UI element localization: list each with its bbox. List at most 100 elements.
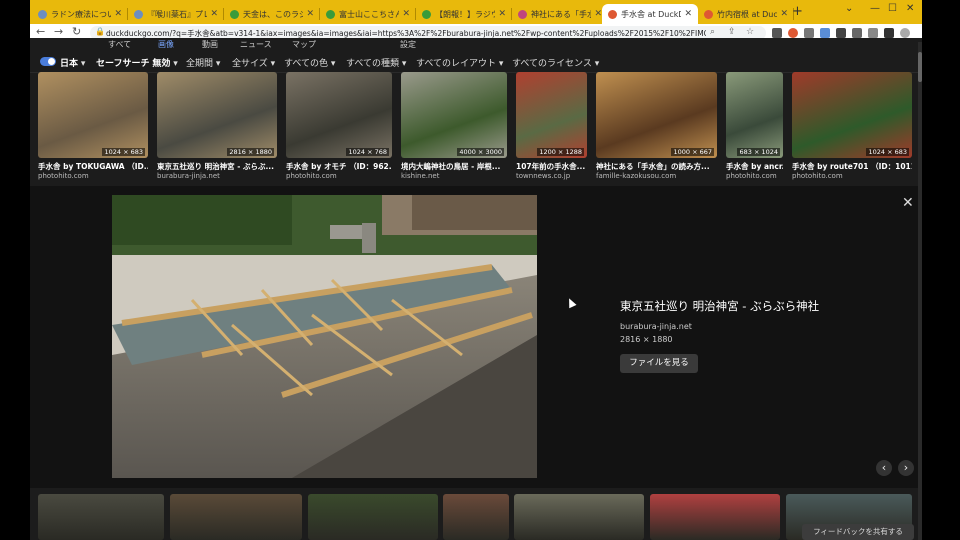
browser-tab[interactable]: 天金は、このラジウム石✕	[224, 4, 320, 24]
tab-title: 竹内宿根 at DuckDuck	[717, 9, 778, 19]
search-vertical-tabs: すべて 画像 動画 ニュース マップ 設定	[30, 38, 922, 50]
image-result-thumbnail[interactable]	[170, 494, 302, 540]
chevron-down-icon[interactable]: ⌄	[845, 3, 853, 14]
detail-title[interactable]: 東京五社巡り 明治神宮 - ぶらぶら神社	[620, 298, 819, 314]
maximize-button[interactable]: ☐	[888, 3, 897, 14]
star-icon[interactable]: ☆	[746, 27, 754, 37]
page-scrollbar[interactable]	[918, 42, 922, 540]
layout-filter[interactable]: すべてのレイアウト ▾	[416, 56, 503, 69]
license-filter[interactable]: すべてのライセンス ▾	[512, 56, 599, 69]
extension-icon[interactable]	[772, 28, 782, 38]
reload-button[interactable]: ↻	[72, 25, 81, 38]
tab-title: 天金は、このラジウム石	[243, 9, 304, 19]
result-domain: photohito.com	[792, 172, 843, 180]
view-file-button[interactable]: ファイルを見る	[620, 354, 698, 373]
time-filter[interactable]: 全期間 ▾	[186, 56, 220, 69]
close-tab-icon[interactable]: ✕	[114, 9, 122, 19]
back-button[interactable]: ←	[36, 25, 45, 38]
result-title[interactable]: 東京五社巡り 明治神宮 - ぶらぶ...	[157, 161, 277, 172]
image-result-thumbnail[interactable]	[443, 494, 509, 540]
extension-icon[interactable]	[820, 28, 830, 38]
detail-domain[interactable]: burabura-jinja.net	[620, 322, 692, 331]
tab-search-icon[interactable]	[868, 28, 878, 38]
browser-tab[interactable]: 手水舎 at DuckDuckGo✕	[602, 4, 698, 24]
result-thumbnail[interactable]	[726, 72, 783, 158]
result-thumbnail[interactable]	[157, 72, 277, 158]
close-tab-icon[interactable]: ✕	[684, 9, 692, 19]
result-thumbnail[interactable]	[792, 72, 912, 158]
tab-title: ラドン療法について - 箱	[51, 9, 112, 19]
image-result-thumbnail[interactable]	[514, 494, 644, 540]
share-icon[interactable]: ⇪	[728, 27, 736, 37]
type-filter[interactable]: すべての種類 ▾	[346, 56, 406, 69]
browser-tab[interactable]: 【朗報！】ラジウム鉱石✕	[416, 4, 512, 24]
close-tab-icon[interactable]: ✕	[780, 9, 788, 19]
tab-title: 神社にある「手水舎」の	[531, 9, 592, 19]
image-result[interactable]: 1200 × 1288 107年前の手水舎... townnews.co.jp	[516, 72, 587, 184]
close-tab-icon[interactable]: ✕	[306, 9, 314, 19]
result-dimensions: 1024 × 683	[102, 148, 145, 156]
previous-image-button[interactable]: ‹	[876, 460, 892, 476]
result-thumbnail[interactable]	[516, 72, 587, 158]
avatar[interactable]	[900, 28, 910, 38]
new-tab-button[interactable]: +	[792, 4, 803, 19]
image-result[interactable]: 4000 × 3000 境内大嶋神社の鳥居 - 岸根... kishine.net	[401, 72, 507, 184]
browser-tab[interactable]: 富士山ここちさんの日記✕	[320, 4, 416, 24]
result-title[interactable]: 手水舎 by route701 （ID：10117...	[792, 161, 912, 172]
safesearch-filter[interactable]: セーフサーチ 無効 ▾	[96, 56, 178, 69]
result-thumbnail[interactable]	[401, 72, 507, 158]
region-toggle[interactable]	[40, 57, 56, 66]
size-filter[interactable]: 全サイズ ▾	[232, 56, 275, 69]
sidebar-icon[interactable]	[884, 28, 894, 38]
image-filter-bar: 日本 ▾ セーフサーチ 無効 ▾ 全期間 ▾ 全サイズ ▾ すべての色 ▾ すべ…	[30, 50, 922, 73]
image-result[interactable]: 1000 × 667 神社にある「手水舎」の読み方... famille-kazok…	[596, 72, 717, 184]
tab-settings[interactable]: 設定	[400, 39, 416, 50]
result-title[interactable]: 境内大嶋神社の鳥居 - 岸根...	[401, 161, 507, 172]
result-title[interactable]: 神社にある「手水舎」の読み方...	[596, 161, 717, 172]
feedback-button[interactable]: フィードバックを共有する	[802, 524, 914, 540]
tab-maps[interactable]: マップ	[292, 39, 316, 50]
result-title[interactable]: 手水舎 by TOKUGAWA （ID...	[38, 161, 148, 172]
image-result[interactable]: 1024 × 768 手水舎 by オモチ （ID：962... photohito…	[286, 72, 392, 184]
image-result[interactable]: 1024 × 683 手水舎 by TOKUGAWA （ID... photohit…	[38, 72, 148, 184]
close-tab-icon[interactable]: ✕	[594, 9, 602, 19]
puzzle-icon[interactable]	[836, 28, 846, 38]
next-image-button[interactable]: ›	[898, 460, 914, 476]
color-filter[interactable]: すべての色 ▾	[284, 56, 335, 69]
download-icon[interactable]	[852, 28, 862, 38]
browser-tab[interactable]: 神社にある「手水舎」の✕	[512, 4, 608, 24]
result-title[interactable]: 手水舎 by オモチ （ID：962...	[286, 161, 392, 172]
close-tab-icon[interactable]: ✕	[210, 9, 218, 19]
result-thumbnail[interactable]	[596, 72, 717, 158]
favicon-icon	[134, 9, 143, 19]
result-thumbnail[interactable]	[38, 72, 148, 158]
result-dimensions: 2816 × 1880	[227, 148, 274, 156]
selected-image[interactable]	[112, 195, 537, 478]
close-icon[interactable]: ✕	[902, 195, 914, 211]
extension-icon[interactable]	[804, 28, 814, 38]
tab-news[interactable]: ニュース	[240, 39, 272, 50]
region-filter[interactable]: 日本 ▾	[60, 56, 85, 69]
result-title[interactable]: 107年前の手水舎...	[516, 161, 587, 172]
image-result[interactable]: 683 × 1024 手水舎 by ancr...photohito.com	[726, 72, 783, 184]
image-result[interactable]: 2816 × 1880 東京五社巡り 明治神宮 - ぶらぶ... burabura-…	[157, 72, 277, 184]
duckduckgo-extension-icon[interactable]	[788, 28, 798, 38]
image-result[interactable]: 1024 × 683 手水舎 by route701 （ID：10117...ph…	[792, 72, 912, 184]
image-result-thumbnail[interactable]	[308, 494, 438, 540]
close-tab-icon[interactable]: ✕	[402, 9, 410, 19]
browser-tab[interactable]: 竹内宿根 at DuckDuck✕	[698, 4, 794, 24]
close-window-button[interactable]: ✕	[906, 3, 914, 14]
image-result-thumbnail[interactable]	[650, 494, 780, 540]
result-title[interactable]: 手水舎 by ancr...	[726, 161, 783, 172]
result-thumbnail[interactable]	[286, 72, 392, 158]
browser-tab[interactable]: ラドン療法について - 箱✕	[32, 4, 128, 24]
tab-videos[interactable]: 動画	[202, 39, 218, 50]
forward-button[interactable]: →	[54, 25, 63, 38]
minimize-button[interactable]: —	[870, 3, 880, 14]
browser-tab[interactable]: 『喉川薬石』プレゼント！✕	[128, 4, 224, 24]
tab-all[interactable]: すべて	[108, 39, 131, 50]
tab-images[interactable]: 画像	[158, 39, 174, 50]
search-icon[interactable]: ⌕	[710, 27, 715, 37]
close-tab-icon[interactable]: ✕	[498, 9, 506, 19]
image-result-thumbnail[interactable]	[38, 494, 164, 540]
